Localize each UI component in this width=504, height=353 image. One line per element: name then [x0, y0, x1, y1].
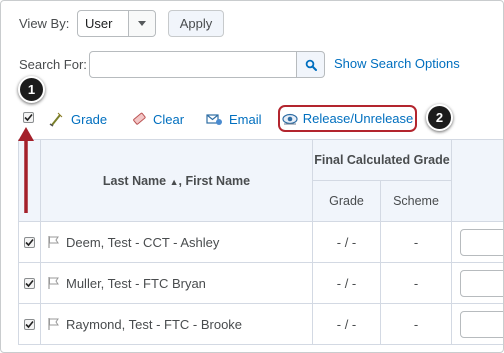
grade-cell: - / - [312, 262, 381, 304]
search-input[interactable] [89, 51, 297, 78]
release-unrelease-button[interactable]: Release/Unrelease [278, 105, 417, 132]
view-by-select[interactable]: User [77, 10, 156, 37]
sort-ascending-icon: ▲ [169, 176, 179, 187]
chevron-down-icon[interactable] [128, 11, 155, 36]
user-name: Deem, Test - CCT - Ashley [66, 234, 220, 250]
select-all-checkbox[interactable] [23, 112, 34, 123]
show-search-options-link[interactable]: Show Search Options [334, 56, 460, 71]
grade-input[interactable] [460, 269, 503, 297]
search-button[interactable] [296, 51, 325, 78]
row-checkbox[interactable] [24, 277, 35, 289]
user-name: Muller, Test - FTC Bryan [66, 275, 206, 291]
grade-input[interactable] [460, 310, 503, 338]
row-checkbox[interactable] [24, 318, 35, 330]
grade-button[interactable]: Grade [49, 111, 107, 127]
clear-label: Clear [153, 111, 185, 127]
table-row: Muller, Test - FTC Bryan - / - - [18, 262, 503, 304]
view-by-value: User [85, 16, 113, 31]
grade-icon [49, 112, 63, 127]
grade-column-header: Grade [312, 180, 381, 222]
scheme-cell: - [380, 262, 452, 304]
scheme-cell: - [380, 303, 452, 345]
flag-icon[interactable] [47, 276, 61, 290]
grade-label: Grade [71, 111, 108, 127]
search-label: Search For: [19, 57, 87, 72]
table-row: Deem, Test - CCT - Ashley - / - - [18, 221, 503, 263]
flag-icon[interactable] [47, 235, 61, 249]
email-button[interactable]: Email [206, 111, 262, 127]
grade-cell: - / - [312, 221, 381, 263]
apply-button[interactable]: Apply [168, 10, 224, 37]
grade-input[interactable] [460, 228, 503, 256]
eraser-icon [133, 112, 146, 125]
scheme-column-header: Scheme [380, 180, 452, 222]
callout-2: 2 [426, 104, 453, 131]
release-unrelease-label: Release/Unrelease [302, 111, 414, 126]
first-name-sort-link[interactable]: , First Name [179, 174, 251, 188]
extra-column-header [451, 139, 503, 222]
clear-button[interactable]: Clear [131, 111, 184, 127]
email-label: Email [229, 111, 262, 127]
grades-table: Last Name ▲, First Name Final Calculated… [18, 139, 503, 345]
row-checkbox[interactable] [24, 236, 35, 248]
grade-cell: - / - [312, 303, 381, 345]
grades-page: View By: User Apply Search For: Show Sea… [0, 0, 504, 353]
search-icon [305, 59, 317, 71]
table-row: Raymond, Test - FTC - Brooke - / - - [18, 303, 503, 345]
callout-1: 1 [18, 76, 45, 103]
scheme-cell: - [380, 221, 452, 263]
name-column-header[interactable]: Last Name ▲, First Name [40, 139, 313, 222]
view-by-label: View By: [19, 16, 70, 31]
email-icon [206, 114, 222, 125]
flag-icon[interactable] [47, 317, 61, 331]
arrow-up-annotation [18, 127, 34, 213]
eye-icon [282, 113, 298, 124]
final-calculated-grade-header: Final Calculated Grade [312, 139, 452, 181]
last-name-sort-link[interactable]: Last Name [103, 174, 166, 188]
user-name: Raymond, Test - FTC - Brooke [66, 316, 243, 332]
